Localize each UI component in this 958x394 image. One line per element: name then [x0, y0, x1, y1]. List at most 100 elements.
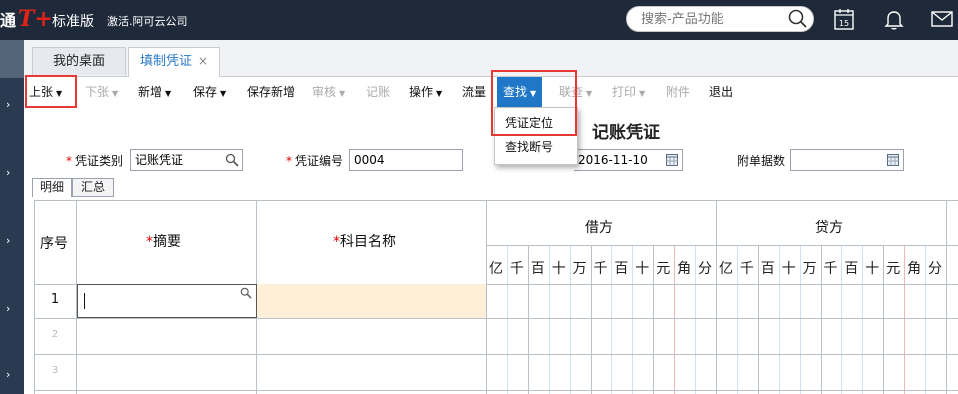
voucher-number-field[interactable]: [349, 149, 463, 171]
grid-row-line: [34, 354, 958, 355]
digit-header: 百: [844, 261, 859, 277]
find-button[interactable]: 查找 ▼: [497, 77, 543, 107]
search-box[interactable]: [626, 6, 814, 32]
audit-button[interactable]: 审核 ▼: [312, 77, 345, 107]
linked-query-button[interactable]: 联查 ▼: [559, 77, 592, 107]
attachment-button[interactable]: 附件: [666, 77, 690, 107]
summary-input-cell[interactable]: [77, 284, 257, 318]
close-icon[interactable]: ×: [198, 54, 208, 68]
text-cursor: [84, 293, 85, 309]
sidebar-expand-icon[interactable]: ›: [6, 302, 18, 315]
digit-header: 角: [907, 261, 922, 277]
digit-header: 千: [823, 261, 838, 277]
digit-header: 万: [572, 261, 587, 277]
grid-col-line: [716, 200, 717, 394]
digit-header: 十: [781, 261, 796, 277]
next-voucher-button[interactable]: 下张 ▼: [85, 77, 118, 107]
header-seq: 序号: [40, 236, 68, 252]
grid-row-line: [486, 245, 958, 246]
row-number: 2: [51, 329, 59, 340]
digit-header: 十: [635, 261, 650, 277]
menu-item-find-missing-number[interactable]: 查找断号: [505, 138, 553, 155]
sidebar-expand-icon[interactable]: ›: [6, 166, 18, 179]
digit-header: 元: [886, 261, 901, 277]
voucher-date-field[interactable]: [574, 149, 683, 171]
grid-row-line: [34, 200, 958, 201]
digit-header: 百: [614, 261, 629, 277]
grid-col-line: [486, 200, 487, 394]
toolbar: 上张 ▼ 下张 ▼ 新增 ▼ 保存 ▼ 保存新增 审核 ▼ 记账 操作 ▼ 流量 查找 ▼ 联…: [24, 77, 958, 107]
calendar-icon[interactable]: 15: [832, 7, 856, 31]
voucher-type-label: * 凭证类别: [66, 154, 124, 168]
digit-header: 亿: [489, 261, 503, 277]
calendar-icon[interactable]: [666, 154, 678, 166]
tab-fill-voucher[interactable]: 填制凭证 ×: [128, 47, 220, 77]
activate-link[interactable]: 激活.阿可云公司: [107, 13, 188, 29]
attachments-input[interactable]: [795, 153, 882, 167]
header-summary: *摘要: [146, 234, 181, 250]
sidebar-expand-icon[interactable]: ›: [6, 98, 18, 111]
product-edition: 标准版: [52, 14, 94, 30]
digit-header: 千: [739, 261, 754, 277]
bell-icon[interactable]: [882, 7, 906, 31]
calendar-day: 15: [839, 19, 849, 28]
digit-header: 万: [802, 261, 817, 277]
digit-header: 千: [593, 261, 608, 277]
left-sidebar: › › › › ›: [0, 40, 24, 394]
find-dropdown-menu: 凭证定位 查找断号: [494, 107, 578, 165]
digit-header: 十: [551, 261, 566, 277]
voucher-number-label: * 凭证编号: [286, 154, 344, 168]
voucher-type-input[interactable]: [135, 152, 221, 167]
search-icon[interactable]: [225, 153, 239, 167]
grid-col-line: [946, 200, 947, 394]
account-cell[interactable]: [256, 284, 486, 318]
voucher-number-input[interactable]: [354, 153, 441, 167]
sidebar-expand-icon[interactable]: ›: [6, 234, 18, 247]
app-logo: 通T+: [0, 6, 53, 32]
row-number: 1: [50, 292, 60, 307]
subtab-detail[interactable]: 明细: [32, 178, 72, 197]
print-button[interactable]: 打印 ▼: [612, 77, 645, 107]
digit-header: 分: [928, 261, 942, 277]
subtab-summary[interactable]: 汇总: [72, 178, 114, 197]
digit-header: 元: [656, 261, 671, 277]
digit-header: 百: [760, 261, 775, 277]
save-and-new-button[interactable]: 保存新增: [247, 77, 295, 107]
digit-header: 百: [530, 261, 545, 277]
row-number: 3: [51, 365, 59, 376]
calendar-icon[interactable]: [887, 154, 899, 166]
post-button[interactable]: 记账: [366, 77, 390, 107]
new-button[interactable]: 新增 ▼: [138, 77, 171, 107]
search-icon[interactable]: [788, 9, 808, 29]
header-debit: 借方: [585, 220, 613, 236]
attachments-label: 附单据数: [737, 154, 786, 168]
tab-my-desktop[interactable]: 我的桌面: [32, 47, 126, 75]
digit-header: 千: [509, 261, 524, 277]
top-bar: 通T+ 标准版 激活.阿可云公司 15: [0, 0, 958, 40]
grid-row-line: [34, 318, 958, 319]
digit-header: 角: [677, 261, 692, 277]
prev-voucher-button[interactable]: 上张 ▼: [29, 77, 62, 107]
digit-header: 十: [865, 261, 880, 277]
search-icon[interactable]: [240, 287, 252, 299]
digit-header: 亿: [719, 261, 733, 277]
sidebar-item-selected[interactable]: [0, 40, 24, 78]
tab-bar: 我的桌面 填制凭证 ×: [24, 40, 958, 77]
voucher-date-input[interactable]: [578, 153, 653, 167]
digit-header: 分: [698, 261, 712, 277]
save-button[interactable]: 保存 ▼: [193, 77, 226, 107]
operation-button[interactable]: 操作 ▼: [409, 77, 442, 107]
voucher-grid: 序号 *摘要 *科目名称 借方 贷方 1 2 3 亿千百十万千百十元角分亿千百十…: [34, 200, 958, 394]
voucher-title: 记账凭证: [592, 123, 660, 143]
exit-button[interactable]: 退出: [709, 77, 733, 107]
search-input[interactable]: [639, 11, 783, 28]
cash-flow-button[interactable]: 流量: [462, 77, 486, 107]
attachments-field[interactable]: [790, 149, 904, 171]
sidebar-expand-icon[interactable]: ›: [6, 368, 18, 381]
mail-icon[interactable]: [930, 7, 954, 31]
header-account: *科目名称: [333, 234, 396, 250]
menu-item-voucher-locate[interactable]: 凭证定位: [505, 114, 553, 131]
header-credit: 贷方: [815, 220, 843, 236]
grid-row-line: [34, 390, 958, 391]
voucher-type-field[interactable]: [130, 149, 243, 171]
